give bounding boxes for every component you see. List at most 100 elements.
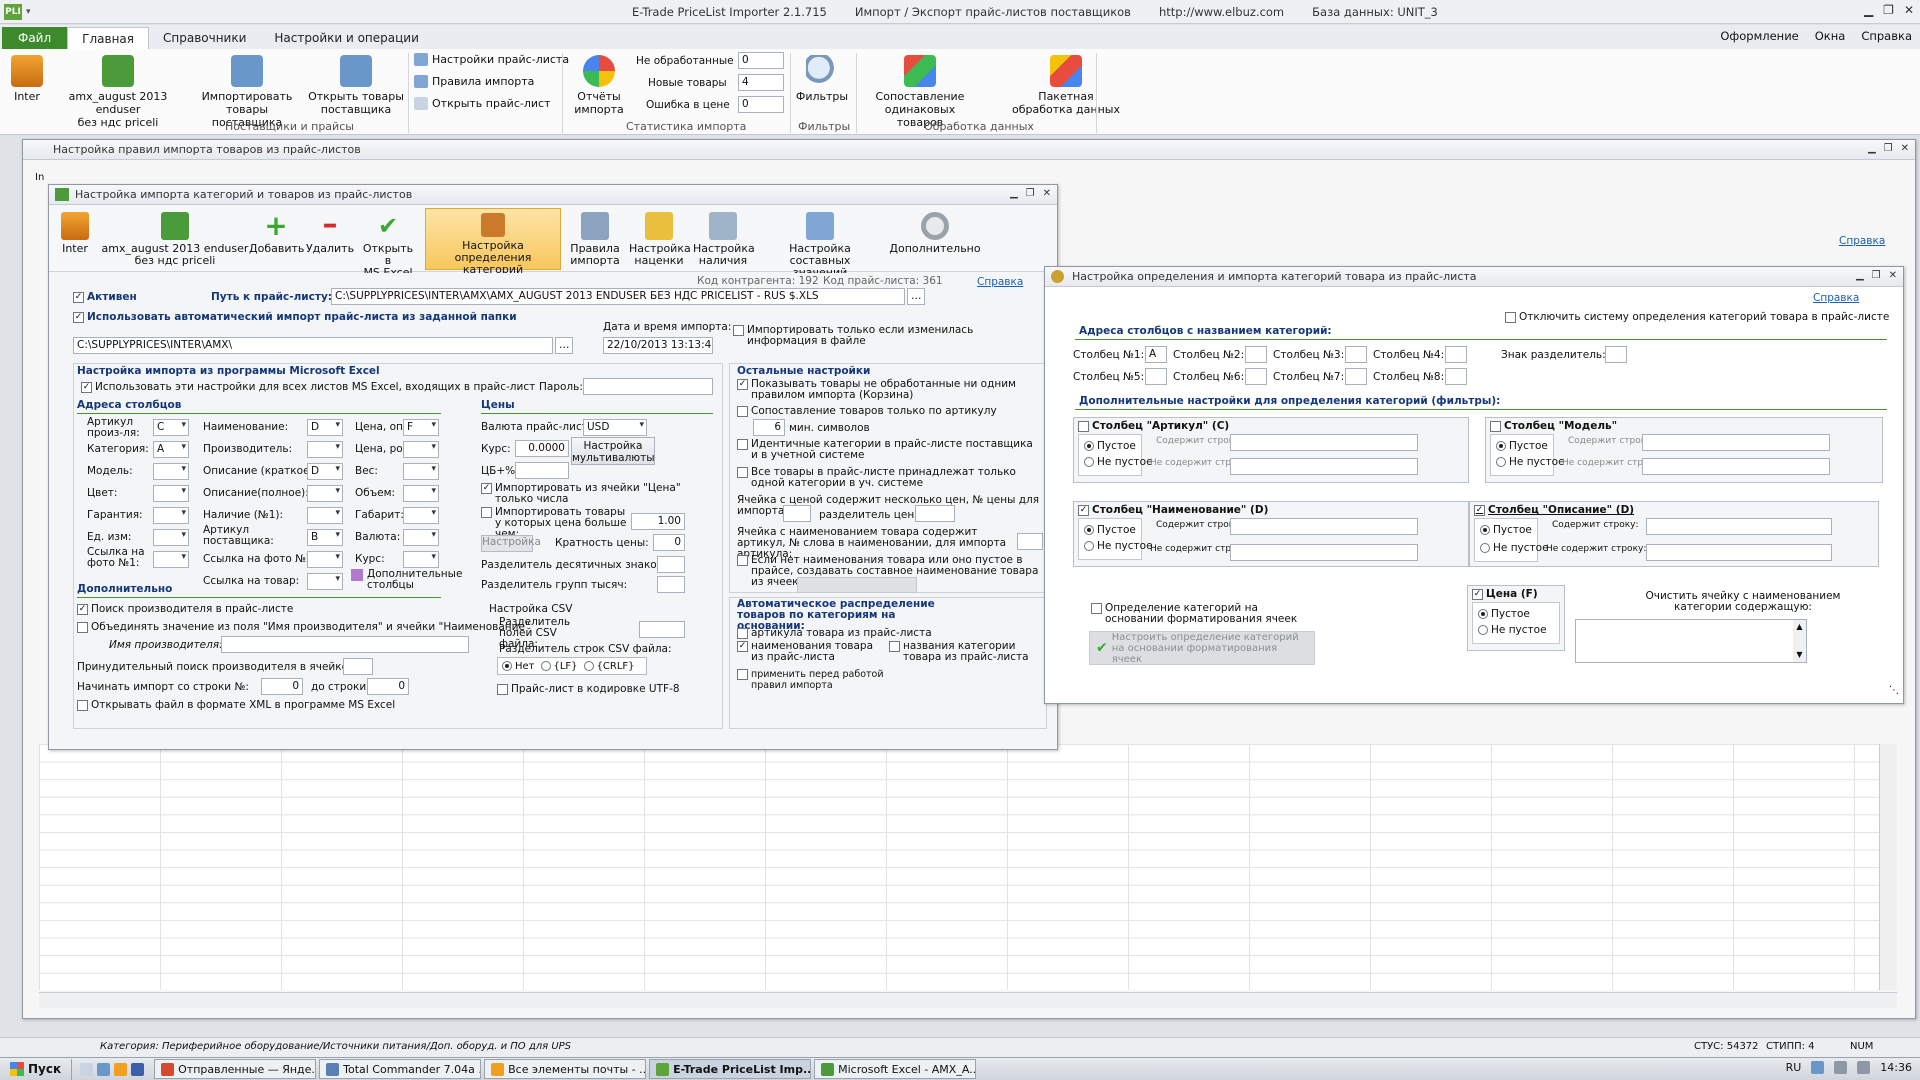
filter-model-contains-input[interactable] — [1642, 434, 1830, 451]
cb-percent-input[interactable] — [515, 462, 569, 479]
min-price-input[interactable]: 1.00 — [631, 513, 685, 530]
maximize-icon[interactable]: ❐ — [1883, 3, 1894, 17]
filter-name-notempty-radio[interactable]: Не пустое — [1084, 540, 1153, 552]
close-icon[interactable]: ✕ — [1901, 143, 1909, 154]
compose-cells-input[interactable] — [797, 577, 917, 593]
find-manufacturer-checkbox[interactable]: ✓ Поиск производителя в прайс-листе — [77, 603, 293, 615]
category-column-2-input[interactable] — [1245, 346, 1267, 363]
language-indicator[interactable]: RU — [1786, 1061, 1802, 1074]
open-excel-button[interactable]: ✔Открыть вMS Excel — [359, 212, 417, 279]
by-category-checkbox[interactable]: названия категории товара из прайс-листа — [889, 641, 1029, 663]
filter-price-checkbox[interactable]: ✓ Цена (F) — [1472, 588, 1538, 600]
tab-home[interactable]: Главная — [67, 27, 149, 49]
price-separator-input[interactable] — [915, 505, 955, 522]
format-categories-button[interactable]: ✔ Настроить определение категорий на осно… — [1089, 631, 1315, 665]
minimize-icon[interactable]: ▁ — [1856, 270, 1864, 281]
column-name-select[interactable]: D — [307, 419, 343, 436]
import-reports-button[interactable]: Отчёты импорта — [570, 55, 628, 116]
price-multiple-input[interactable]: 0 — [653, 534, 685, 551]
tray-icon[interactable] — [1811, 1061, 1825, 1074]
extra-columns-button[interactable]: Дополнительные столбцы — [351, 569, 462, 591]
filter-model-notcontains-input[interactable] — [1642, 458, 1830, 475]
windows-menu[interactable]: Окна — [1815, 29, 1846, 43]
category-column-3-input[interactable] — [1345, 346, 1367, 363]
filter-sku-contains-input[interactable] — [1230, 434, 1418, 451]
open-pricelist-button[interactable]: Открыть прайс-лист — [414, 97, 550, 110]
category-column-5-input[interactable] — [1145, 368, 1167, 385]
column-sku-select[interactable]: C — [153, 419, 189, 436]
folder-input[interactable]: C:\SUPPLYPRICES\INTER\AMX\ — [73, 337, 553, 354]
apply-before-rules-checkbox[interactable]: применить перед работой правил импорта — [737, 669, 917, 691]
filter-sku-checkbox[interactable]: Столбец "Артикул" (C) — [1078, 420, 1229, 432]
grid-hscrollbar[interactable] — [39, 992, 1897, 1008]
start-row-input[interactable]: 0 — [261, 678, 303, 695]
filter-description-notempty-radio[interactable]: Не пустое — [1480, 542, 1549, 554]
forced-manufacturer-cell-input[interactable] — [343, 658, 373, 675]
pricelist-button[interactable]: amx_august 2013 enduser без ндс priceli — [50, 55, 186, 129]
category-column-8-input[interactable] — [1445, 368, 1467, 385]
csv-lf-radio[interactable]: {LF} — [540, 661, 578, 672]
category-settings-button[interactable]: Настройка определения категорий — [425, 208, 561, 276]
column-manufacturer-select[interactable] — [307, 441, 343, 458]
match-by-sku-checkbox[interactable]: Сопоставление товаров только по артикулу — [737, 405, 997, 417]
minimize-icon[interactable]: ▁ — [1868, 143, 1876, 154]
column-weight-select[interactable] — [403, 463, 439, 480]
add-button[interactable]: + Добавить — [249, 212, 304, 255]
manufacturer-name-input[interactable] — [221, 636, 469, 653]
disable-categories-checkbox[interactable]: Отключить систему определения категорий … — [1505, 311, 1889, 323]
minimize-icon[interactable]: ▁ — [1010, 188, 1018, 199]
open-products-button[interactable]: Открыть товары поставщика — [306, 55, 406, 116]
category-column-6-input[interactable] — [1245, 368, 1267, 385]
show-unprocessed-checkbox[interactable]: ✓ Показывать товары не обработанные ни од… — [737, 379, 1043, 401]
explorer-icon[interactable] — [80, 1062, 94, 1076]
category-column-7-input[interactable] — [1345, 368, 1367, 385]
maximize-icon[interactable]: ❐ — [1872, 270, 1881, 281]
save-icon[interactable] — [131, 1062, 145, 1076]
products-grid[interactable] — [39, 744, 1879, 990]
min-chars-input[interactable]: 6 — [753, 419, 785, 436]
identical-categories-checkbox[interactable]: Идентичные категории в прайс-листе поста… — [737, 439, 1043, 461]
help-menu[interactable]: Справка — [1861, 29, 1912, 43]
resize-grip-icon[interactable]: ⋱ — [1889, 685, 1903, 699]
multicurrency-button[interactable]: Настройка мультивалюты — [571, 437, 655, 465]
clear-category-text[interactable] — [1575, 619, 1807, 663]
task-excel[interactable]: Microsoft Excel - AMX_A... — [814, 1059, 977, 1079]
filter-model-empty-radio[interactable]: Пустое — [1496, 440, 1548, 452]
filter-name-empty-radio[interactable]: Пустое — [1084, 524, 1136, 536]
filters-button[interactable]: Фильтры — [794, 55, 850, 103]
single-category-checkbox[interactable]: Все товары в прайс-листе принадлежат тол… — [737, 467, 1043, 489]
password-input[interactable] — [583, 378, 713, 395]
column-unit-select[interactable] — [153, 529, 189, 546]
browse-button[interactable]: … — [907, 288, 925, 305]
help-link[interactable]: Справка — [977, 276, 1023, 288]
theme-menu[interactable]: Оформление — [1720, 29, 1798, 43]
column-retail-price-select[interactable] — [403, 441, 439, 458]
column-color-select[interactable] — [153, 485, 189, 502]
column-stock-select[interactable] — [307, 507, 343, 524]
tab-file[interactable]: Файл — [2, 27, 68, 49]
filter-price-empty-radio[interactable]: Пустое — [1478, 608, 1530, 620]
browse-folder-button[interactable]: … — [555, 337, 573, 354]
filter-price-notempty-radio[interactable]: Не пустое — [1478, 624, 1547, 636]
help-link[interactable]: Справка — [1839, 235, 1885, 247]
filter-description-checkbox[interactable]: ✓ Столбец "Описание" (D) — [1474, 504, 1634, 516]
csv-none-radio[interactable]: Нет — [502, 661, 535, 672]
column-wholesale-price-select[interactable]: F — [403, 419, 439, 436]
outlook-icon[interactable] — [114, 1062, 128, 1076]
scroll-arrows-icon[interactable]: ▲ ▼ — [1793, 620, 1806, 662]
category-separator-input[interactable] — [1605, 346, 1627, 363]
tab-settings[interactable]: Настройки и операции — [260, 27, 433, 49]
import-date-input[interactable]: 22/10/2013 13:13:40 — [603, 337, 713, 354]
more-button[interactable]: Дополнительно — [887, 212, 983, 255]
thousand-separator-input[interactable] — [657, 576, 685, 593]
markup-button[interactable]: Настройка наценки — [629, 212, 691, 267]
maximize-icon[interactable]: ❐ — [1884, 143, 1893, 154]
import-button[interactable]: Импортировать товары поставщика — [192, 55, 302, 129]
column-full-desc-select[interactable] — [307, 485, 343, 502]
compose-values-button[interactable]: Настройка составныхзначений — [759, 212, 881, 279]
category-column-1-input[interactable]: A — [1145, 346, 1167, 363]
task-mail[interactable]: Все элементы почты - ... — [484, 1059, 647, 1079]
filter-name-contains-input[interactable] — [1230, 518, 1418, 535]
quick-access-icon[interactable]: ▾ — [26, 7, 31, 17]
column-photo2-select[interactable] — [307, 551, 343, 568]
